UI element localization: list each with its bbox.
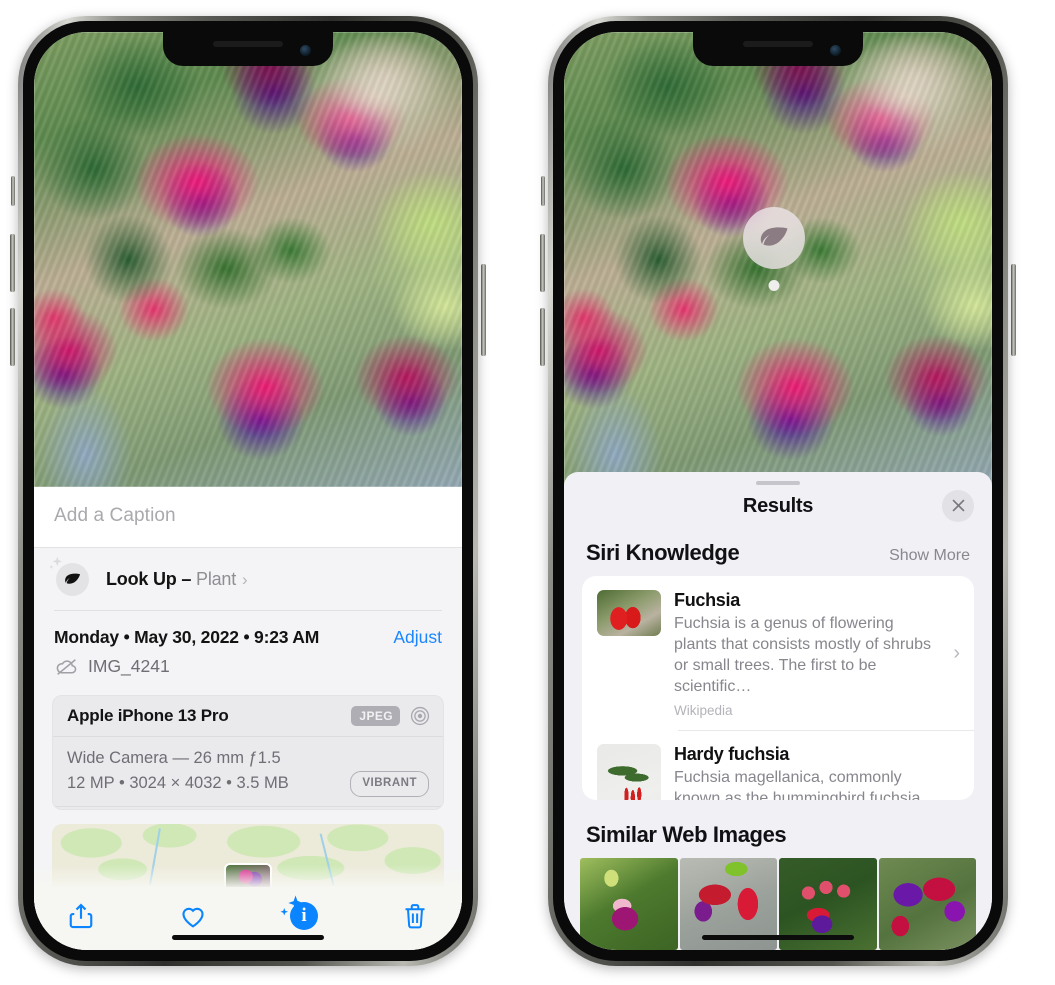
power-button[interactable] <box>1011 264 1016 356</box>
sheet-title: Results <box>742 494 814 517</box>
fuchsia-photo <box>34 32 462 487</box>
look-up-label-group: Look Up – Plant <box>106 569 236 590</box>
web-image-thumbnail[interactable] <box>580 858 678 950</box>
knowledge-thumbnail <box>597 744 661 800</box>
phone-right: Results Siri Knowledge Show More Fuchsia… <box>540 16 1016 966</box>
lookup-indicator-dot <box>768 280 780 291</box>
volume-up-button[interactable] <box>540 234 545 292</box>
phone-left: Add a Caption Look Up – Plant › Monday •… <box>10 16 486 966</box>
exif-row: ISO 50 26 mm 0 ev ƒ1.5 1/181 s <box>53 806 443 809</box>
cloud-slash-icon <box>56 658 77 675</box>
screenshot-stage: Add a Caption Look Up – Plant › Monday •… <box>0 0 1055 985</box>
silence-switch[interactable] <box>541 176 545 206</box>
look-up-label: Look Up – <box>106 569 192 589</box>
sparkle-icon <box>49 556 63 570</box>
knowledge-title: Fuchsia <box>674 589 740 610</box>
knowledge-item[interactable]: Hardy fuchsia Fuchsia magellanica, commo… <box>582 730 974 800</box>
close-button[interactable] <box>942 489 974 522</box>
volume-down-button[interactable] <box>540 308 545 366</box>
volume-down-button[interactable] <box>10 308 15 366</box>
notch-right <box>693 32 863 66</box>
size-info-row: 12 MP • 3024 × 4032 • 3.5 MB VIBRANT <box>67 771 429 798</box>
caption-field-container[interactable]: Add a Caption <box>34 487 462 548</box>
photographic-style-badge: VIBRANT <box>350 771 429 798</box>
silence-switch[interactable] <box>11 176 15 206</box>
delete-button[interactable] <box>400 901 430 931</box>
metadata-header-badges: JPEG <box>351 705 431 727</box>
siri-knowledge-card: Fuchsia Fuchsia is a genus of flowering … <box>582 575 974 800</box>
share-icon <box>69 903 93 928</box>
format-badge: JPEG <box>351 705 400 726</box>
size-info: 12 MP • 3024 × 4032 • 3.5 MB <box>67 774 289 793</box>
sparkle-icon <box>280 895 303 916</box>
knowledge-description: Fuchsia magellanica, commonly known as t… <box>674 769 921 800</box>
front-camera <box>300 45 311 56</box>
look-up-kind: Plant <box>196 569 237 589</box>
leaf-icon <box>760 227 788 246</box>
knowledge-source: Wikipedia <box>674 703 733 719</box>
earpiece-speaker <box>213 41 283 47</box>
look-up-icon-circle <box>49 556 89 596</box>
knowledge-title: Hardy fuchsia <box>674 744 790 765</box>
siri-knowledge-header: Siri Knowledge Show More <box>564 534 992 576</box>
look-up-row[interactable]: Look Up – Plant › <box>34 548 462 610</box>
metadata-header: Apple iPhone 13 Pro JPEG <box>53 696 443 737</box>
siri-knowledge-title: Siri Knowledge <box>586 539 740 565</box>
screen-left: Add a Caption Look Up – Plant › Monday •… <box>34 32 462 950</box>
heart-icon <box>182 907 204 928</box>
date-row: Monday • May 30, 2022 • 9:23 AM Adjust <box>34 611 462 650</box>
close-icon <box>952 499 964 512</box>
photo-viewer-left[interactable] <box>34 32 462 487</box>
front-camera <box>830 45 841 56</box>
hdr-target-icon <box>410 706 430 725</box>
phone-bezel-left: Add a Caption Look Up – Plant › Monday •… <box>23 21 473 961</box>
knowledge-item[interactable]: Fuchsia Fuchsia is a genus of flowering … <box>582 576 974 730</box>
device-name: Apple iPhone 13 Pro <box>67 705 229 725</box>
metadata-body: Wide Camera — 26 mm ƒ1.5 12 MP • 3024 × … <box>53 737 443 806</box>
knowledge-text: Hardy fuchsia Fuchsia magellanica, commo… <box>674 744 938 800</box>
trash-icon <box>405 903 425 929</box>
similar-web-images-header: Similar Web Images <box>564 800 992 858</box>
notch-left <box>163 32 333 66</box>
show-more-button[interactable]: Show More <box>889 547 970 565</box>
file-name: IMG_4241 <box>88 655 170 676</box>
home-indicator[interactable] <box>172 935 324 940</box>
sheet-header: Results <box>564 485 992 534</box>
share-button[interactable] <box>66 901 96 931</box>
chevron-right-icon: › <box>953 642 960 665</box>
web-image-thumbnail[interactable] <box>878 858 976 950</box>
chevron-right-icon: › <box>951 797 960 800</box>
caption-input[interactable]: Add a Caption <box>54 505 442 527</box>
screen-right: Results Siri Knowledge Show More Fuchsia… <box>564 32 992 950</box>
similar-web-images-title: Similar Web Images <box>586 822 787 847</box>
knowledge-text: Fuchsia Fuchsia is a genus of flowering … <box>674 590 938 718</box>
lens-info: Wide Camera — 26 mm ƒ1.5 <box>67 748 281 767</box>
info-button[interactable]: i <box>280 895 318 930</box>
photo-info-panel: Add a Caption Look Up – Plant › Monday •… <box>34 487 462 950</box>
home-indicator[interactable] <box>702 935 854 940</box>
file-row: IMG_4241 <box>34 650 462 691</box>
adjust-button[interactable]: Adjust <box>393 627 442 648</box>
photo-toolbar: i <box>34 865 462 950</box>
knowledge-description: Fuchsia is a genus of flowering plants t… <box>674 614 931 695</box>
chevron-right-icon: › <box>242 569 248 589</box>
favorite-button[interactable] <box>178 901 208 931</box>
photo-viewer-right[interactable] <box>564 32 992 487</box>
visual-lookup-badge[interactable] <box>742 207 805 291</box>
results-sheet: Results Siri Knowledge Show More Fuchsia… <box>564 472 992 950</box>
phone-bezel-right: Results Siri Knowledge Show More Fuchsia… <box>553 21 1003 961</box>
earpiece-speaker <box>743 41 813 47</box>
knowledge-thumbnail <box>597 589 661 636</box>
camera-metadata-card[interactable]: Apple iPhone 13 Pro JPEG Wide Camera — 2… <box>52 694 444 811</box>
photo-date: Monday • May 30, 2022 • 9:23 AM <box>54 626 320 647</box>
power-button[interactable] <box>481 264 486 356</box>
volume-up-button[interactable] <box>10 234 15 292</box>
